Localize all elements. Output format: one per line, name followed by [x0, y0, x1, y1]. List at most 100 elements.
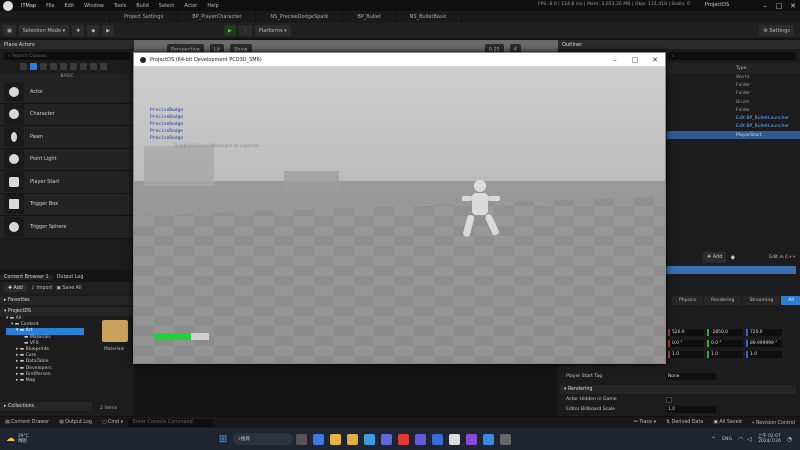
- visual-effects-icon[interactable]: [70, 63, 77, 70]
- visual-studio-icon[interactable]: [466, 433, 478, 445]
- blueprint-icon[interactable]: ◆: [730, 254, 735, 261]
- tab-rendering[interactable]: Rendering: [704, 296, 742, 305]
- tab-all[interactable]: All: [781, 296, 800, 305]
- all-saved-button[interactable]: ▣ All Saved: [708, 420, 746, 425]
- play-button[interactable]: ▶: [224, 25, 236, 36]
- language-indicator[interactable]: ENG: [722, 437, 732, 442]
- all-classes-icon[interactable]: [100, 63, 107, 70]
- app-icon[interactable]: [432, 433, 444, 445]
- close-icon[interactable]: ✕: [645, 56, 665, 64]
- location-z-field[interactable]: 720.0: [746, 329, 782, 336]
- tab-output-log[interactable]: Output Log: [53, 275, 88, 280]
- import-button[interactable]: ⇩ Import: [31, 286, 52, 291]
- wifi-icon[interactable]: ◠: [738, 436, 743, 443]
- add-button[interactable]: ✚ Add: [4, 284, 27, 292]
- selection-mode-button[interactable]: Selection Mode ▾: [18, 25, 70, 36]
- app-icon[interactable]: [500, 433, 512, 445]
- row-type[interactable]: Edit BP_BulletLauncher: [736, 116, 789, 121]
- actor-item[interactable]: Player Start: [0, 171, 134, 194]
- location-y-field[interactable]: -2850.0: [707, 329, 743, 336]
- favorites-section[interactable]: ▸ Favorites: [0, 296, 134, 305]
- tab-ns-bulletbasic[interactable]: NS_BulletBasic: [396, 11, 462, 23]
- tab-level[interactable]: [0, 11, 110, 23]
- unreal-logo-icon[interactable]: [3, 0, 13, 11]
- game-window-titlebar[interactable]: ProjectDS (64-bit Development PCD3D_SM6)…: [134, 53, 665, 66]
- chrome-icon[interactable]: [330, 433, 342, 445]
- store-icon[interactable]: [381, 433, 393, 445]
- menu-window[interactable]: Window: [79, 3, 109, 9]
- weather-icon[interactable]: ☁: [6, 434, 15, 444]
- settings-button[interactable]: ⚙ Settings: [759, 25, 794, 36]
- actor-item[interactable]: Pawn: [0, 126, 134, 149]
- minimize-icon[interactable]: –: [758, 2, 772, 10]
- billboard-scale-input[interactable]: 1.0: [666, 406, 716, 413]
- save-icon[interactable]: ▣: [3, 25, 16, 36]
- blueprint-icon[interactable]: ◆: [87, 25, 100, 36]
- actor-item[interactable]: Character: [0, 103, 134, 126]
- rotation-y-field[interactable]: 0.0 °: [707, 340, 743, 347]
- cinematics-icon[interactable]: ▶: [102, 25, 115, 36]
- console-input[interactable]: Enter Console Command: [128, 418, 214, 427]
- actor-item[interactable]: Actor: [0, 81, 134, 104]
- tab-bp-playercharacter[interactable]: BP_PlayerCharacter: [178, 11, 257, 23]
- mail-icon[interactable]: [364, 433, 376, 445]
- tab-content-browser[interactable]: Content Browser 1: [0, 274, 53, 280]
- search-input[interactable]: ⌕ Search Classes: [4, 52, 130, 60]
- cinematic-icon[interactable]: [60, 63, 67, 70]
- close-icon[interactable]: ✕: [786, 2, 800, 10]
- basic-category-icon[interactable]: [30, 63, 37, 70]
- volumes-icon[interactable]: [90, 63, 97, 70]
- cmd-button[interactable]: ▢ Cmd ▾: [97, 420, 128, 425]
- menu-tools[interactable]: Tools: [109, 3, 131, 9]
- maximize-icon[interactable]: □: [625, 56, 645, 64]
- location-x-field[interactable]: 520.0: [668, 329, 704, 336]
- speaker-icon[interactable]: ◁: [747, 436, 752, 443]
- clock[interactable]: 上午 02:07 2024/7/26: [758, 434, 781, 445]
- rotation-x-field[interactable]: 0.0 °: [668, 340, 704, 347]
- hidden-in-game-checkbox[interactable]: [666, 396, 672, 403]
- recent-icon[interactable]: [20, 63, 27, 70]
- tray-chevron-icon[interactable]: ⌃: [711, 436, 716, 443]
- add-component-button[interactable]: ✚ Add: [702, 251, 727, 263]
- menu-file[interactable]: File: [41, 3, 59, 9]
- folder-thumbnail[interactable]: [102, 320, 128, 342]
- collections-section[interactable]: ▸ Collections: [0, 402, 92, 411]
- outliner-search[interactable]: ⌕: [668, 52, 796, 60]
- project-section[interactable]: ▾ ProjectDS: [0, 307, 134, 316]
- task-view-icon[interactable]: [296, 433, 308, 445]
- shapes-icon[interactable]: [50, 63, 57, 70]
- lights-icon[interactable]: [40, 63, 47, 70]
- actor-item[interactable]: Point Light: [0, 148, 134, 171]
- play-options-icon[interactable]: ⋮: [238, 25, 252, 36]
- edge-icon[interactable]: [313, 433, 325, 445]
- scale-z-field[interactable]: 1.0: [746, 351, 782, 358]
- tab-project-settings[interactable]: Project Settings: [110, 11, 179, 23]
- tab-streaming[interactable]: Streaming: [742, 296, 781, 305]
- game-scene[interactable]: PreciseDodge PreciseDodge PreciseDodge P…: [134, 66, 665, 363]
- derived-data-button[interactable]: ⇅ Derived Data: [661, 420, 708, 425]
- windows-start-icon[interactable]: ⊞: [219, 434, 227, 445]
- menu-build[interactable]: Build: [131, 3, 154, 9]
- rotation-z-field[interactable]: 89.999999 °: [746, 340, 782, 347]
- tree-item-map[interactable]: ▸ ▬ Map: [6, 378, 84, 384]
- revision-control-button[interactable]: ⑂ Revision Control: [747, 420, 800, 426]
- platforms-button[interactable]: Platforms ▾: [254, 25, 291, 36]
- unreal-editor-icon[interactable]: [449, 433, 461, 445]
- tab-ns-precisedodgespark[interactable]: NS_PreciseDodgeSpark: [256, 11, 344, 23]
- geometry-icon[interactable]: [80, 63, 87, 70]
- menu-edit[interactable]: Edit: [59, 3, 79, 9]
- actor-item[interactable]: Trigger Box: [0, 193, 134, 216]
- row-type[interactable]: Edit BP_BulletLauncher: [736, 124, 789, 129]
- save-all-button[interactable]: ▣ Save All: [56, 286, 81, 291]
- minimize-icon[interactable]: –: [605, 56, 625, 64]
- actor-item[interactable]: Trigger Sphere: [0, 216, 134, 239]
- youtube-icon[interactable]: [398, 433, 410, 445]
- add-content-icon[interactable]: ✚: [72, 25, 85, 36]
- discord-icon[interactable]: [415, 433, 427, 445]
- weather-widget[interactable]: 29°C 晴朗: [18, 434, 29, 445]
- player-start-tag-input[interactable]: None: [666, 373, 716, 380]
- tab-bp-bullet[interactable]: BP_Bullet: [343, 11, 396, 23]
- rendering-section[interactable]: ▾ Rendering: [560, 385, 796, 394]
- notification-icon[interactable]: ◔: [787, 436, 792, 443]
- menu-actor[interactable]: Actor: [179, 3, 202, 9]
